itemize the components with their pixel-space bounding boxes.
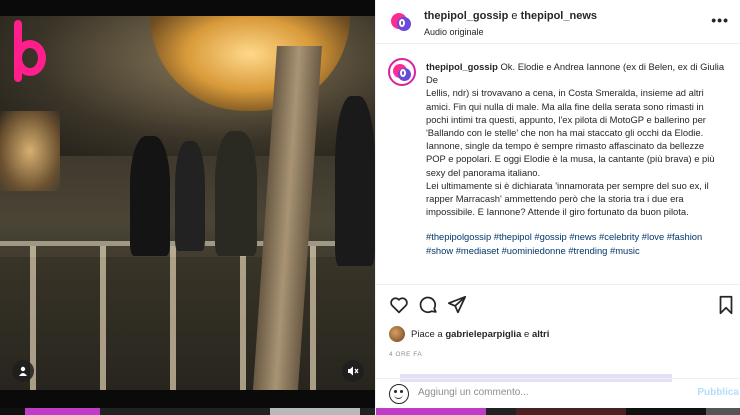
caption-text: thepipol_gossip Ok. Elodie e Andrea Iann… [426,60,726,257]
comment-box: Pubblica [376,378,740,408]
share-icon[interactable] [446,294,468,316]
likes-prefix: Piace a [411,328,443,340]
authors-connector: e [511,10,518,22]
video-person [335,96,375,266]
caption-paragraph: Lei ultimamente si è dichiarata 'innamor… [426,179,709,218]
likes-summary: Piace a gabrieleparpiglia e altri [389,326,549,342]
caption-paragraph: Lellis, ndr) si trovavano a cena, in Cos… [426,87,715,178]
publish-button[interactable]: Pubblica [697,387,739,398]
coauthor-link[interactable]: thepipol_news [521,10,597,22]
background-strip [376,408,740,415]
heart-icon[interactable] [388,294,410,316]
comment-icon[interactable] [417,294,439,316]
video-chairs [0,246,375,390]
others-link[interactable]: altri [532,329,549,340]
audio-label[interactable]: Audio originale [424,27,484,37]
caption-hashtags[interactable]: #thepipolgossip #thepipol #gossip #news … [426,230,726,256]
instagram-post-window: thepipol_gossip e thepipol_news Audio or… [0,0,740,415]
video-light [0,111,60,191]
action-bar [376,290,740,320]
user-tag-icon[interactable] [12,360,34,382]
video-person [130,136,170,256]
more-options-button[interactable]: ••• [711,12,729,28]
avatar[interactable] [389,326,405,342]
background-strip [0,408,375,415]
post-time[interactable]: 4 ORE FA [389,351,422,358]
mute-icon[interactable] [342,360,364,382]
video-person [175,141,205,251]
post-video[interactable] [0,16,375,390]
author-link[interactable]: thepipol_gossip [424,10,508,22]
avatar[interactable] [388,9,414,35]
comment-input[interactable] [418,387,678,398]
liker-link[interactable]: gabrieleparpiglia [445,329,521,340]
post-side-panel: thepipol_gossip e thepipol_news Audio or… [375,0,740,415]
avatar[interactable] [388,58,416,86]
b-logo [10,20,48,84]
caption-section: thepipol_gossip Ok. Elodie e Andrea Iann… [376,50,740,285]
caption-username[interactable]: thepipol_gossip [426,61,498,72]
video-person [215,131,257,256]
post-header: thepipol_gossip e thepipol_news Audio or… [376,0,740,44]
likes-connector: e [524,328,530,340]
emoji-icon[interactable] [389,384,409,404]
bookmark-icon[interactable] [715,294,737,316]
post-authors: thepipol_gossip e thepipol_news [424,10,597,22]
